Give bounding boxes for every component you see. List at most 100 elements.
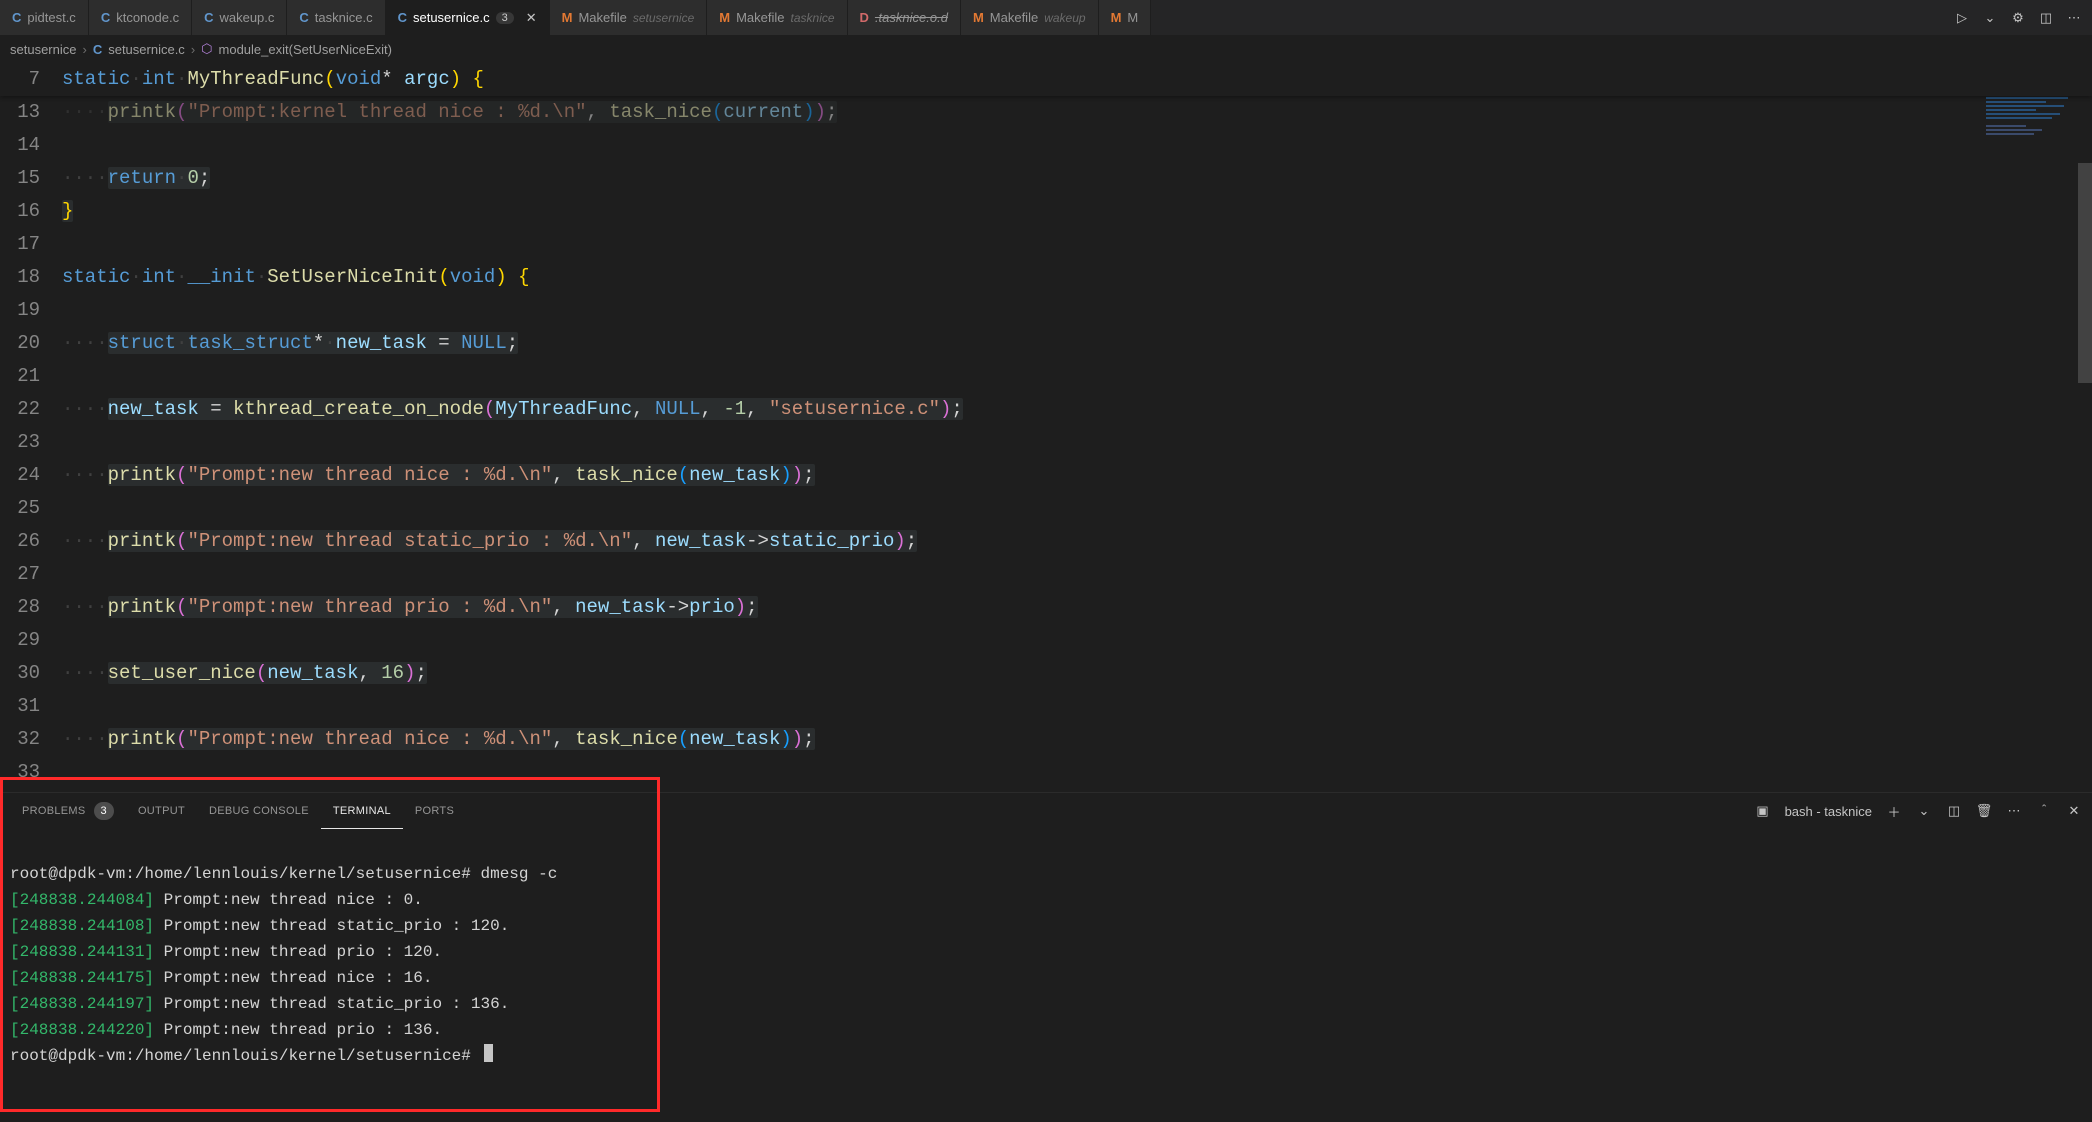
tab-label: M (1127, 10, 1138, 25)
line-number: 28 (0, 591, 58, 624)
code-line (58, 624, 2092, 657)
c-file-icon: C (12, 10, 21, 25)
line-number: 25 (0, 492, 58, 525)
split-terminal-icon[interactable]: ◫ (1946, 803, 1962, 819)
breadcrumb-item[interactable]: setusernice.c (108, 42, 185, 57)
tab-label: pidtest.c (27, 10, 75, 25)
tab-ktconode[interactable]: Cktconode.c (89, 0, 192, 35)
tab-dir: setusernice (633, 11, 694, 25)
terminal-line: [248838.244197] Prompt:new thread static… (10, 995, 509, 1013)
new-terminal-icon[interactable]: ＋ (1886, 803, 1902, 819)
tab-label: tasknice.c (315, 10, 373, 25)
tab-dir: wakeup (1044, 11, 1085, 25)
terminal-output[interactable]: root@dpdk-vm:/home/lennlouis/kernel/setu… (0, 829, 2092, 1115)
line-number: 33 (0, 756, 58, 789)
line-number: 30 (0, 657, 58, 690)
line-number: 16 (0, 195, 58, 228)
code-editor[interactable]: 7 static·int·MyThreadFunc(void* argc) { … (0, 63, 2092, 792)
split-editor-icon[interactable]: ◫ (2038, 10, 2054, 26)
breadcrumb[interactable]: setusernice › C setusernice.c › ⬡ module… (0, 35, 2092, 63)
tab-label: setusernice.c (413, 10, 490, 25)
breadcrumb-item[interactable]: module_exit(SetUserNiceExit) (219, 42, 392, 57)
trash-icon[interactable]: 🗑 (1976, 803, 1992, 819)
tab-pidtest[interactable]: Cpidtest.c (0, 0, 89, 35)
code-line: ····printk("Prompt:kernel thread nice : … (58, 96, 2092, 129)
close-panel-icon[interactable]: ✕ (2066, 803, 2082, 819)
tab-label: .tasknice.o.d (875, 10, 948, 25)
makefile-icon: M (973, 10, 984, 25)
panel-tab-ports[interactable]: Ports (403, 793, 466, 829)
tab-tasknice[interactable]: Ctasknice.c (287, 0, 385, 35)
line-number: 15 (0, 162, 58, 195)
tab-makefile-wakeup[interactable]: M Makefile wakeup (961, 0, 1099, 35)
terminal-profile-icon[interactable]: ▣ (1755, 803, 1771, 819)
code-line (58, 228, 2092, 261)
symbol-icon: ⬡ (201, 41, 212, 57)
chevron-down-icon[interactable]: ⌄ (1982, 10, 1998, 26)
tab-truncated[interactable]: MM (1099, 0, 1152, 35)
panel-tab-terminal[interactable]: Terminal (321, 793, 403, 829)
gear-icon[interactable]: ⚙ (2010, 10, 2026, 26)
line-number: 32 (0, 723, 58, 756)
line-number: 14 (0, 129, 58, 162)
panel-tabs: Problems3 Output Debug Console Terminal … (0, 793, 2092, 829)
more-icon[interactable]: ⋯ (2006, 803, 2022, 819)
minimap[interactable] (1982, 63, 2078, 792)
more-icon[interactable]: ⋯ (2066, 10, 2082, 26)
problems-badge: 3 (496, 12, 514, 24)
line-number: 31 (0, 690, 58, 723)
tab-makefile-setusernice[interactable]: M Makefile setusernice (550, 0, 708, 35)
tab-wakeup[interactable]: Cwakeup.c (192, 0, 287, 35)
makefile-icon: M (1111, 10, 1122, 25)
breadcrumb-item[interactable]: setusernice (10, 42, 76, 57)
sticky-scroll[interactable]: 7 static·int·MyThreadFunc(void* argc) { (0, 63, 2092, 96)
panel-tab-problems[interactable]: Problems3 (10, 793, 126, 829)
terminal-line: root@dpdk-vm:/home/lennlouis/kernel/setu… (10, 1047, 493, 1065)
code-line: static·int·__init·SetUserNiceInit(void) … (58, 261, 2092, 294)
d-file-icon: D (860, 10, 869, 25)
line-number: 17 (0, 228, 58, 261)
code-line: ····printk("Prompt:new thread prio : %d.… (58, 591, 2092, 624)
tab-label: wakeup.c (219, 10, 274, 25)
code-line (58, 426, 2092, 459)
code-line (58, 558, 2092, 591)
terminal-line: [248838.244108] Prompt:new thread static… (10, 917, 509, 935)
code-line: ····printk("Prompt:new thread static_pri… (58, 525, 2092, 558)
terminal-shell-label[interactable]: bash - tasknice (1785, 804, 1872, 819)
terminal-line: root@dpdk-vm:/home/lennlouis/kernel/setu… (10, 865, 557, 883)
line-number: 20 (0, 327, 58, 360)
c-file-icon: C (204, 10, 213, 25)
c-file-icon: C (398, 10, 407, 25)
panel-tab-debug-console[interactable]: Debug Console (197, 793, 321, 829)
panel-tab-output[interactable]: Output (126, 793, 197, 829)
code-line: } (58, 195, 2092, 228)
chevron-up-icon[interactable]: ＾ (2036, 803, 2052, 819)
bottom-panel: Problems3 Output Debug Console Terminal … (0, 792, 2092, 1122)
line-number: 19 (0, 294, 58, 327)
code-line: ····return·0; (58, 162, 2092, 195)
line-number: 7 (0, 63, 58, 96)
code-line: ····struct·task_struct*·new_task = NULL; (58, 327, 2092, 360)
makefile-icon: M (562, 10, 573, 25)
c-file-icon: C (93, 42, 102, 57)
line-number: 13 (0, 96, 58, 129)
code-line: ····printk("Prompt:new thread nice : %d.… (58, 723, 2092, 756)
line-number: 27 (0, 558, 58, 591)
run-icon[interactable]: ▷ (1954, 10, 1970, 26)
tab-label: Makefile (990, 10, 1038, 25)
code-line: ····printk("Prompt:new thread nice : %d.… (58, 459, 2092, 492)
close-icon[interactable]: ✕ (526, 10, 537, 26)
editor-body[interactable]: 13 ····printk("Prompt:kernel thread nice… (0, 96, 2092, 792)
editor-tabs-scroll: Cpidtest.c Cktconode.c Cwakeup.c Ctaskni… (0, 0, 1944, 35)
line-number: 24 (0, 459, 58, 492)
tab-setusernice[interactable]: C setusernice.c 3 ✕ (386, 0, 550, 35)
terminal-line: [248838.244220] Prompt:new thread prio :… (10, 1021, 442, 1039)
tabs-actions: ▷ ⌄ ⚙ ◫ ⋯ (1944, 10, 2092, 26)
tab-label: Makefile (578, 10, 626, 25)
tab-tasknice-o-d[interactable]: D .tasknice.o.d (848, 0, 961, 35)
c-file-icon: C (299, 10, 308, 25)
tab-makefile-tasknice[interactable]: MMakefiletasknice (707, 0, 847, 35)
chevron-right-icon: › (191, 42, 195, 57)
chevron-down-icon[interactable]: ⌄ (1916, 803, 1932, 819)
vertical-scrollbar[interactable] (2078, 63, 2092, 792)
